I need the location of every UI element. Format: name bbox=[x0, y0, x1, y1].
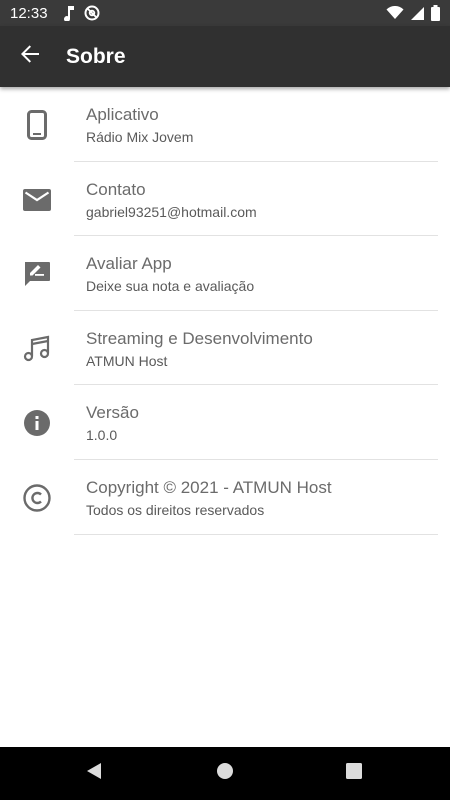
list-item-avaliar-app[interactable]: Avaliar App Deixe sua nota e avaliação bbox=[0, 236, 450, 311]
item-title: Streaming e Desenvolvimento bbox=[86, 328, 313, 348]
item-subtitle: ATMUN Host bbox=[86, 352, 168, 369]
about-list: Aplicativo Rádio Mix Jovem Contato gabri… bbox=[0, 87, 450, 747]
nav-back-icon bbox=[85, 762, 103, 785]
status-time: 12:33 bbox=[10, 4, 48, 22]
wifi-icon bbox=[386, 6, 404, 20]
item-subtitle: Todos os direitos reservados bbox=[86, 501, 265, 518]
battery-icon bbox=[431, 5, 440, 21]
rate-review-icon bbox=[22, 259, 52, 289]
phone-icon bbox=[22, 110, 52, 140]
list-item-contato[interactable]: Contato gabriel93251@hotmail.com bbox=[0, 162, 450, 237]
music-note-icon bbox=[22, 334, 52, 364]
status-bar: 12:33 bbox=[0, 0, 450, 26]
nav-recents-button[interactable] bbox=[324, 747, 384, 800]
signal-icon bbox=[410, 6, 425, 21]
app-bar: Sobre bbox=[0, 26, 450, 87]
item-subtitle: Rádio Mix Jovem bbox=[86, 129, 194, 145]
item-subtitle: gabriel93251@hotmail.com bbox=[86, 203, 257, 220]
back-button[interactable] bbox=[0, 26, 60, 87]
at-sign-icon bbox=[84, 5, 100, 21]
item-title: Contato bbox=[86, 179, 146, 199]
status-notification-icons bbox=[62, 5, 100, 21]
info-icon bbox=[22, 408, 52, 438]
copyright-icon bbox=[22, 483, 52, 513]
nav-home-button[interactable] bbox=[195, 747, 255, 800]
nav-home-icon bbox=[216, 762, 234, 785]
status-system-icons bbox=[386, 5, 440, 21]
list-item-streaming[interactable]: Streaming e Desenvolvimento ATMUN Host bbox=[0, 311, 450, 386]
music-note-icon bbox=[62, 5, 76, 21]
nav-recents-icon bbox=[346, 763, 362, 784]
item-title: Versão bbox=[86, 403, 139, 423]
item-subtitle: Deixe sua nota e avaliação bbox=[86, 278, 255, 295]
list-item-copyright[interactable]: Copyright © 2021 - ATMUN Host Todos os d… bbox=[0, 460, 450, 535]
item-title: Avaliar App bbox=[86, 254, 172, 274]
system-nav-bar bbox=[0, 747, 450, 800]
arrow-back-icon bbox=[20, 44, 40, 69]
nav-back-button[interactable] bbox=[64, 747, 124, 800]
list-item-versao[interactable]: Versão 1.0.0 bbox=[0, 385, 450, 460]
mail-icon bbox=[22, 185, 52, 215]
item-title: Copyright © 2021 - ATMUN Host bbox=[86, 477, 332, 497]
item-subtitle: 1.0.0 bbox=[86, 427, 118, 444]
list-item-aplicativo[interactable]: Aplicativo Rádio Mix Jovem bbox=[0, 87, 450, 162]
divider bbox=[74, 533, 438, 535]
page-title: Sobre bbox=[66, 44, 126, 68]
item-title: Aplicativo bbox=[86, 105, 159, 124]
